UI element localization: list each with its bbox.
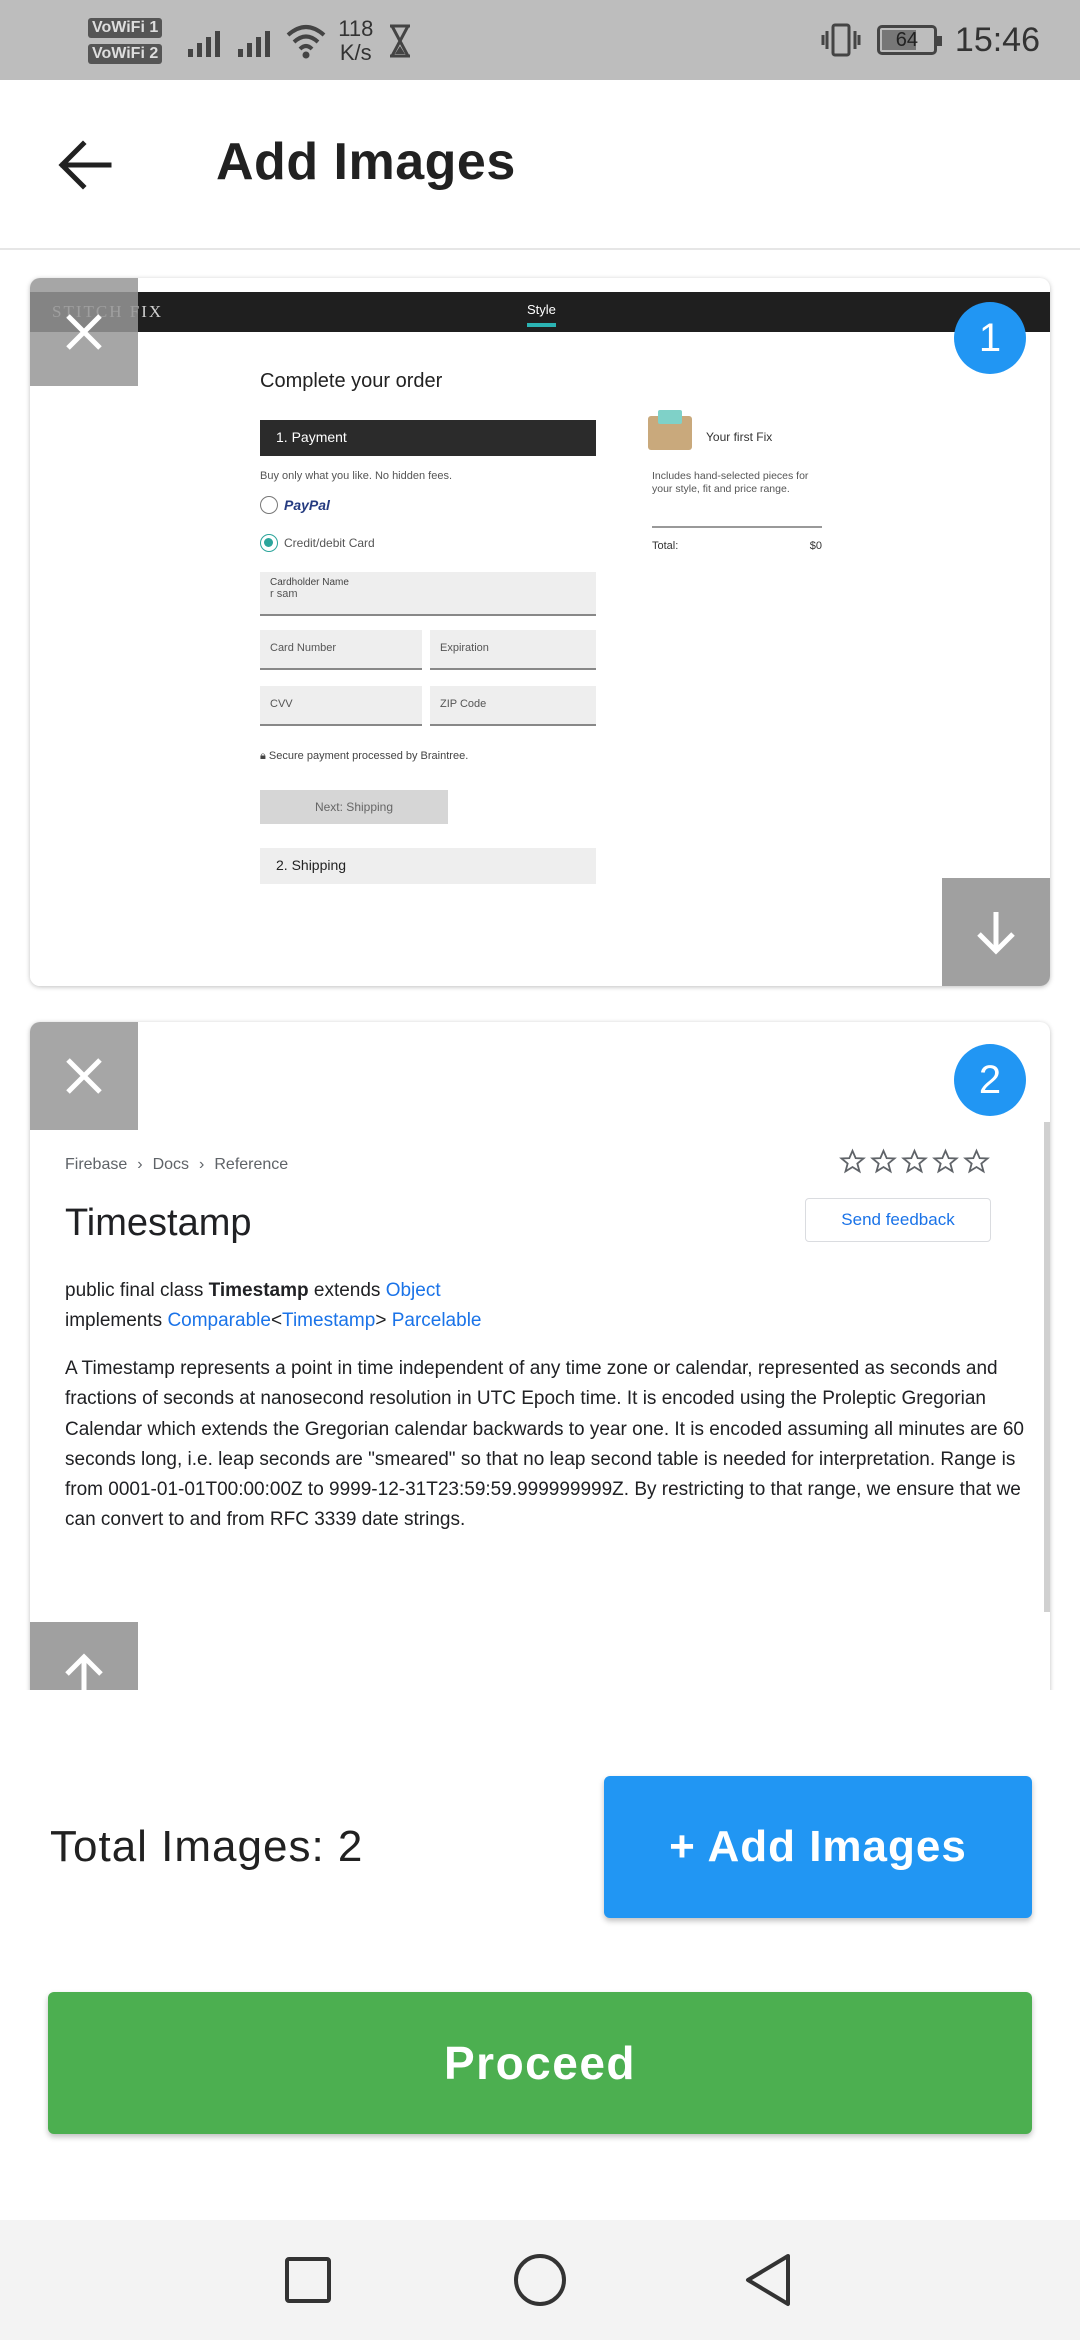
breadcrumb: Firebase › Docs › Reference <box>65 1156 289 1173</box>
system-nav-bar <box>0 2220 1080 2340</box>
image-number-badge: 2 <box>954 1044 1026 1116</box>
battery-icon: 64 <box>876 25 942 55</box>
star-icon <box>839 1148 866 1174</box>
card-option-label: Credit/debit Card <box>284 536 375 550</box>
zip-field: ZIP Code <box>430 686 596 726</box>
vowifi-2-icon: VoWiFi 2 <box>88 44 163 64</box>
star-icon <box>901 1148 928 1174</box>
hourglass-icon <box>390 24 411 58</box>
image-card: STITCH FIX Style Complete your order 1. … <box>30 278 1050 986</box>
radio-icon <box>260 496 278 514</box>
order-total: Total: $0 <box>652 540 822 552</box>
checkout-note: Buy only what you like. No hidden fees. <box>260 470 453 482</box>
payment-heading: 1. Payment <box>260 420 596 456</box>
app-bar: Add Images <box>0 80 1080 250</box>
image-card: Firebase › Docs › Reference Timestamp Se… <box>30 1022 1050 1690</box>
star-icon <box>963 1148 990 1174</box>
checkout-title: Complete your order <box>260 370 443 392</box>
star-icon <box>870 1148 897 1174</box>
divider <box>652 526 822 528</box>
rating-stars <box>839 1148 990 1175</box>
shipping-heading: 2. Shipping <box>260 848 596 884</box>
lock-icon: 🔒︎ <box>260 750 266 762</box>
circle-icon <box>514 2254 566 2306</box>
signal-2-icon <box>238 25 271 57</box>
radio-selected-icon <box>260 534 278 552</box>
site-header: STITCH FIX Style <box>30 292 1050 332</box>
recents-button[interactable] <box>268 2244 348 2316</box>
image-list[interactable]: STITCH FIX Style Complete your order 1. … <box>0 252 1080 1690</box>
back-nav-button[interactable] <box>728 2244 808 2316</box>
back-button[interactable] <box>40 130 130 200</box>
proceed-button[interactable]: Proceed <box>48 1992 1032 2134</box>
clock: 15:46 <box>954 20 1040 59</box>
square-icon <box>285 2257 331 2303</box>
fix-title: Your first Fix <box>706 430 773 444</box>
home-button[interactable] <box>500 2244 580 2316</box>
image-preview: STITCH FIX Style Complete your order 1. … <box>30 292 1050 986</box>
fix-description: Includes hand-selected pieces for your s… <box>652 470 809 495</box>
fix-box-image <box>648 410 692 450</box>
vibrate-icon <box>821 23 861 57</box>
cvv-field: CVV <box>260 686 422 726</box>
chevron-right-icon: › <box>199 1156 205 1173</box>
site-tab: Style <box>527 302 556 327</box>
total-images-label: Total Images: 2 <box>50 1822 364 1871</box>
secure-payment-text: 🔒︎ Secure payment processed by Braintree… <box>260 750 469 762</box>
class-signature: public final class Timestamp extends Obj… <box>65 1280 482 1331</box>
card-number-field: Card Number <box>260 630 422 670</box>
status-bar: VoWiFi 1 VoWiFi 2 118 K/s 64 15:46 <box>0 0 1080 80</box>
triangle-back-icon <box>746 2254 790 2306</box>
arrow-up-icon <box>65 1653 103 1690</box>
remove-image-button[interactable] <box>30 278 138 386</box>
remove-image-button[interactable] <box>30 1022 138 1130</box>
expiration-field: Expiration <box>430 630 596 670</box>
scrollbar <box>1044 1122 1050 1612</box>
image-number-badge: 1 <box>954 302 1026 374</box>
close-icon <box>66 1058 102 1094</box>
arrow-down-icon <box>977 912 1015 955</box>
chevron-right-icon: › <box>137 1156 143 1173</box>
next-shipping-button: Next: Shipping <box>260 790 448 824</box>
cardholder-field: Cardholder Name r sam <box>260 572 596 616</box>
doc-title: Timestamp <box>65 1202 252 1244</box>
page-title: Add Images <box>216 133 516 191</box>
signal-1-icon <box>188 25 221 57</box>
vowifi-1-icon: VoWiFi 1 <box>88 18 163 38</box>
wifi-icon <box>286 25 326 59</box>
move-down-button[interactable] <box>942 878 1050 986</box>
arrow-left-icon <box>58 140 112 190</box>
network-speed: 118 K/s <box>338 16 374 65</box>
move-up-button[interactable] <box>30 1622 138 1690</box>
star-icon <box>932 1148 959 1174</box>
add-images-button[interactable]: + Add Images <box>604 1776 1032 1918</box>
vowifi-indicators: VoWiFi 1 VoWiFi 2 <box>88 18 163 64</box>
close-icon <box>66 314 102 350</box>
image-preview: Firebase › Docs › Reference Timestamp Se… <box>30 1122 1050 1690</box>
send-feedback-button: Send feedback <box>805 1198 991 1242</box>
doc-description: A Timestamp represents a point in time i… <box>65 1358 1024 1531</box>
paypal-label: PayPal <box>284 497 330 513</box>
